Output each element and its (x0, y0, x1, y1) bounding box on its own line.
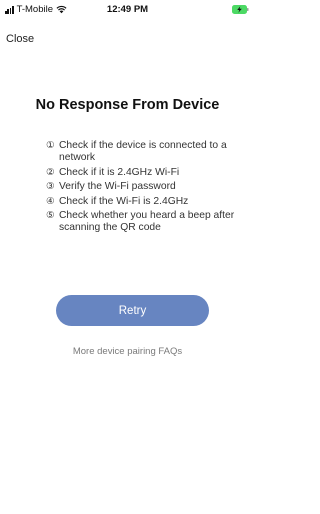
step-number: ② (46, 166, 55, 178)
step-text: Check whether you heard a beep after sca… (59, 210, 235, 233)
status-time: 12:49 PM (106, 4, 149, 15)
step-text: Verify the Wi-Fi password (59, 181, 176, 192)
retry-button[interactable]: Retry (56, 295, 209, 326)
troubleshooting-checklist: ① Check if the device is connected to a … (46, 140, 246, 237)
step-number: ⑤ (46, 210, 55, 221)
list-item: ② Check if it is 2.4GHz Wi-Fi (46, 167, 246, 179)
step-text: Check if the device is connected to a ne… (59, 140, 227, 163)
step-number: ④ (46, 195, 55, 207)
pairing-faq-link[interactable]: More device pairing FAQs (0, 346, 255, 357)
list-item: ① Check if the device is connected to a … (46, 140, 246, 164)
screen: T-Mobile 12:49 PM Close No Response From… (0, 0, 255, 514)
step-number: ③ (46, 181, 55, 192)
list-item: ⑤ Check whether you heard a beep after s… (46, 210, 246, 234)
close-button[interactable]: Close (6, 33, 34, 45)
list-item: ③ Verify the Wi-Fi password (46, 181, 246, 193)
battery-charging-icon (232, 5, 249, 14)
step-text: Check if the Wi-Fi is 2.4GHz (59, 195, 189, 207)
page-title: No Response From Device (35, 97, 220, 113)
step-text: Check if it is 2.4GHz Wi-Fi (59, 166, 180, 178)
list-item: ④ Check if the Wi-Fi is 2.4GHz (46, 196, 246, 208)
status-bar: T-Mobile 12:49 PM (0, 0, 255, 20)
step-number: ① (46, 140, 55, 151)
